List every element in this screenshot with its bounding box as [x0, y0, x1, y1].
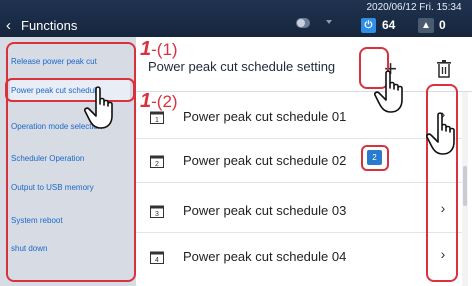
schedule-label: Power peak cut schedule 01: [183, 109, 347, 124]
svg-text:2: 2: [155, 161, 159, 168]
sidebar-item-label: Scheduler Operation: [11, 153, 85, 163]
hand-pointer-icon: [374, 70, 403, 113]
sidebar-item-shut-down[interactable]: shut down: [10, 230, 130, 266]
warning-status[interactable]: ▲ 0: [418, 17, 446, 33]
info-status[interactable]: ⏻ 64: [361, 17, 395, 33]
calendar-icon: 3: [150, 205, 164, 218]
svg-text:1: 1: [155, 117, 159, 124]
svg-text:4: 4: [155, 257, 159, 264]
scrollbar-thumb[interactable]: [463, 166, 467, 206]
sidebar-item-label: Output to USB memory: [11, 182, 94, 192]
sidebar-item-label: shut down: [11, 243, 48, 253]
calendar-icon: 4: [150, 251, 164, 264]
sidebar-item-release-power-peak-cut[interactable]: Release power peak cut: [10, 43, 130, 79]
datetime: 2020/06/12 Fri. 15:34: [366, 2, 462, 13]
chevron-right-icon[interactable]: ›: [438, 246, 448, 262]
step-callout-1-2: 1-(2): [140, 90, 178, 112]
title-divider: [136, 91, 472, 92]
chevron-right-icon[interactable]: ›: [438, 200, 448, 216]
step-callout-1-1: 1-(1): [140, 38, 178, 60]
schedule-label: Power peak cut schedule 02: [183, 153, 347, 168]
schedule-label: Power peak cut schedule 03: [183, 203, 347, 218]
page-title: Power peak cut schedule setting: [148, 59, 336, 74]
schedule-badge-icon[interactable]: 2: [367, 150, 382, 165]
calendar-icon: 2: [150, 155, 164, 168]
hand-pointer-icon: [84, 86, 113, 129]
hand-pointer-icon: [426, 112, 455, 155]
sidebar-item-output-to-usb[interactable]: Output to USB memory: [10, 169, 130, 205]
power-icon: ⏻: [361, 17, 376, 33]
chevron-left-icon: ‹: [6, 16, 11, 34]
warning-count: 0: [439, 18, 446, 32]
sidebar-item-label: Release power peak cut: [11, 56, 97, 66]
trash-icon[interactable]: [436, 60, 452, 78]
info-count: 64: [382, 18, 396, 32]
schedule-label: Power peak cut schedule 04: [183, 249, 347, 264]
toggle-icon[interactable]: [296, 18, 310, 28]
back-label: Functions: [21, 17, 78, 33]
warning-triangle-icon: ▲: [418, 17, 434, 33]
sidebar-item-label: System reboot: [11, 215, 63, 225]
back-button[interactable]: ‹ Functions: [6, 15, 77, 35]
svg-text:3: 3: [155, 211, 159, 218]
dropdown-icon[interactable]: [326, 20, 332, 24]
header-bar: ‹ Functions 2020/06/12 Fri. 15:34 ⏻ 64 ▲…: [0, 0, 472, 37]
